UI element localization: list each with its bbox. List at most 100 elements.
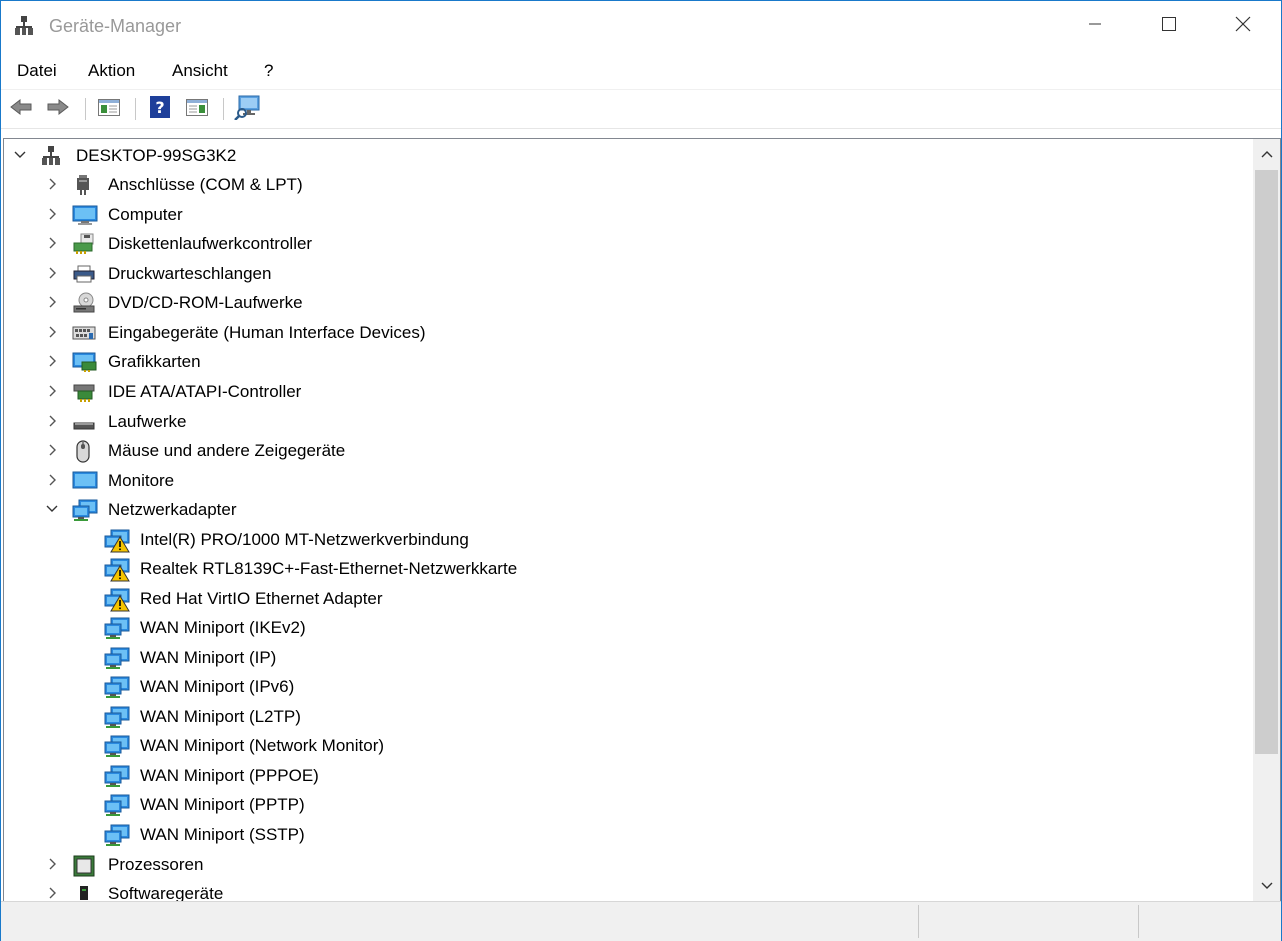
help-icon: ?: [148, 95, 172, 124]
tree-category-network-adapters[interactable]: Netzwerkadapter: [4, 496, 1252, 524]
title-bar[interactable]: Geräte-Manager: [1, 1, 1281, 51]
chevron-down-icon: [1261, 876, 1273, 896]
vertical-scrollbar[interactable]: [1253, 139, 1280, 901]
tree-category-display-adapters[interactable]: Grafikkarten: [4, 348, 1252, 376]
menu-ansicht[interactable]: Ansicht: [172, 61, 228, 81]
chevron-right-icon[interactable]: [45, 206, 59, 222]
chevron-right-icon[interactable]: [45, 383, 59, 399]
chevron-down-icon[interactable]: [13, 147, 27, 163]
printer-icon: [72, 263, 96, 285]
action-pane-button[interactable]: [184, 96, 210, 122]
chevron-right-icon[interactable]: [45, 176, 59, 192]
network-adapter-warning-icon: [104, 588, 130, 612]
tree-device-wan-network-monitor[interactable]: WAN Miniport (Network Monitor): [4, 732, 1252, 760]
network-adapter-icon: [104, 794, 130, 816]
scroll-down-button[interactable]: [1253, 871, 1280, 901]
tree-category-monitors[interactable]: Monitore: [4, 467, 1252, 495]
tree-category-ide-controllers[interactable]: IDE ATA/ATAPI-Controller: [4, 378, 1252, 406]
tree-category-disk-drives[interactable]: Laufwerke: [4, 408, 1252, 436]
chevron-right-icon[interactable]: [45, 294, 59, 310]
tree-category-label: Mäuse und andere Zeigegeräte: [108, 441, 346, 460]
tree-device-label: WAN Miniport (SSTP): [140, 825, 305, 844]
network-adapter-icon: [104, 735, 130, 757]
close-icon: [1234, 15, 1252, 38]
scan-hardware-changes-icon: [234, 94, 262, 125]
chevron-right-icon[interactable]: [45, 235, 59, 251]
forward-button[interactable]: [45, 96, 71, 122]
tree-device-label: WAN Miniport (IP): [140, 648, 277, 667]
tree-device-intel-pro-1000[interactable]: Intel(R) PRO/1000 MT-Netzwerkverbindung: [4, 526, 1252, 554]
tree-device-wan-sstp[interactable]: WAN Miniport (SSTP): [4, 821, 1252, 849]
chevron-down-icon[interactable]: [45, 501, 59, 517]
close-button[interactable]: [1220, 1, 1266, 51]
chevron-right-icon[interactable]: [45, 472, 59, 488]
minimize-icon: [1087, 16, 1103, 37]
tree-device-label: WAN Miniport (L2TP): [140, 707, 301, 726]
floppy-controller-icon: [72, 233, 96, 255]
tree-category-dvd-drives[interactable]: DVD/CD-ROM-Laufwerke: [4, 289, 1252, 317]
device-tree[interactable]: DESKTOP-99SG3K2 Anschlüsse (COM & LPT) C…: [4, 139, 1252, 901]
mouse-icon: [72, 440, 96, 463]
chevron-right-icon[interactable]: [45, 265, 59, 281]
chevron-up-icon: [1261, 144, 1273, 164]
tree-category-label: Netzwerkadapter: [108, 500, 237, 519]
tree-category-label: Anschlüsse (COM & LPT): [108, 175, 303, 194]
tree-category-software-devices[interactable]: Softwaregeräte: [4, 880, 1252, 901]
port-icon: [72, 174, 96, 196]
back-button[interactable]: [8, 96, 34, 122]
tree-category-label: Computer: [108, 205, 183, 224]
status-pane-2: [918, 905, 1138, 938]
minimize-button[interactable]: [1072, 1, 1118, 51]
tree-category-label: Laufwerke: [108, 412, 187, 431]
scan-hardware-button[interactable]: [234, 94, 262, 125]
toolbar-separator: [135, 98, 136, 120]
maximize-button[interactable]: [1146, 1, 1192, 51]
tree-category-computer[interactable]: Computer: [4, 201, 1252, 229]
tree-category-printers[interactable]: Druckwarteschlangen: [4, 260, 1252, 288]
scroll-thumb[interactable]: [1255, 170, 1278, 754]
tree-device-label: Realtek RTL8139C+-Fast-Ethernet-Netzwerk…: [140, 559, 518, 578]
tree-device-label: Red Hat VirtIO Ethernet Adapter: [140, 589, 383, 608]
tree-device-wan-ipv6[interactable]: WAN Miniport (IPv6): [4, 673, 1252, 701]
tree-device-wan-ip[interactable]: WAN Miniport (IP): [4, 644, 1252, 672]
chevron-right-icon[interactable]: [45, 885, 59, 901]
tree-category-label: Monitore: [108, 471, 175, 490]
tree-category-mice[interactable]: Mäuse und andere Zeigegeräte: [4, 437, 1252, 465]
monitor-icon: [72, 470, 98, 492]
chevron-right-icon[interactable]: [45, 413, 59, 429]
tree-device-wan-pptp[interactable]: WAN Miniport (PPTP): [4, 791, 1252, 819]
status-pane-main: [1, 905, 917, 938]
menu-aktion[interactable]: Aktion: [88, 61, 135, 81]
chevron-right-icon[interactable]: [45, 856, 59, 872]
console-tree-button[interactable]: [96, 96, 122, 122]
tree-category-ports[interactable]: Anschlüsse (COM & LPT): [4, 171, 1252, 199]
tree-root-label: DESKTOP-99SG3K2: [76, 146, 237, 165]
tree-category-processors[interactable]: Prozessoren: [4, 851, 1252, 879]
tree-device-wan-l2tp[interactable]: WAN Miniport (L2TP): [4, 703, 1252, 731]
tree-category-label: Prozessoren: [108, 855, 204, 874]
tree-category-hid[interactable]: Eingabegeräte (Human Interface Devices): [4, 319, 1252, 347]
scroll-up-button[interactable]: [1253, 139, 1280, 169]
computer-icon: [72, 204, 98, 226]
tree-device-redhat-virtio[interactable]: Red Hat VirtIO Ethernet Adapter: [4, 585, 1252, 613]
menu-help[interactable]: ?: [264, 61, 273, 81]
tree-root[interactable]: DESKTOP-99SG3K2: [4, 142, 1252, 170]
network-adapter-warning-icon: [104, 529, 130, 553]
chevron-right-icon[interactable]: [45, 324, 59, 340]
back-arrow-icon: [9, 97, 33, 122]
network-adapter-icon: [104, 676, 130, 698]
chevron-right-icon[interactable]: [45, 442, 59, 458]
tree-category-label: Druckwarteschlangen: [108, 264, 272, 283]
status-bar: [1, 901, 1281, 941]
tree-device-wan-ikev2[interactable]: WAN Miniport (IKEv2): [4, 614, 1252, 642]
tree-device-realtek-rtl8139[interactable]: Realtek RTL8139C+-Fast-Ethernet-Netzwerk…: [4, 555, 1252, 583]
help-button[interactable]: ?: [147, 95, 173, 124]
menu-bar: Datei Aktion Ansicht ?: [1, 55, 1281, 87]
tree-device-label: WAN Miniport (IPv6): [140, 677, 295, 696]
menu-datei[interactable]: Datei: [17, 61, 57, 81]
tree-device-wan-pppoe[interactable]: WAN Miniport (PPPOE): [4, 762, 1252, 790]
status-pane-3: [1138, 905, 1282, 938]
network-adapter-icon: [104, 824, 130, 846]
tree-category-floppy-controller[interactable]: Diskettenlaufwerkcontroller: [4, 230, 1252, 258]
chevron-right-icon[interactable]: [45, 353, 59, 369]
